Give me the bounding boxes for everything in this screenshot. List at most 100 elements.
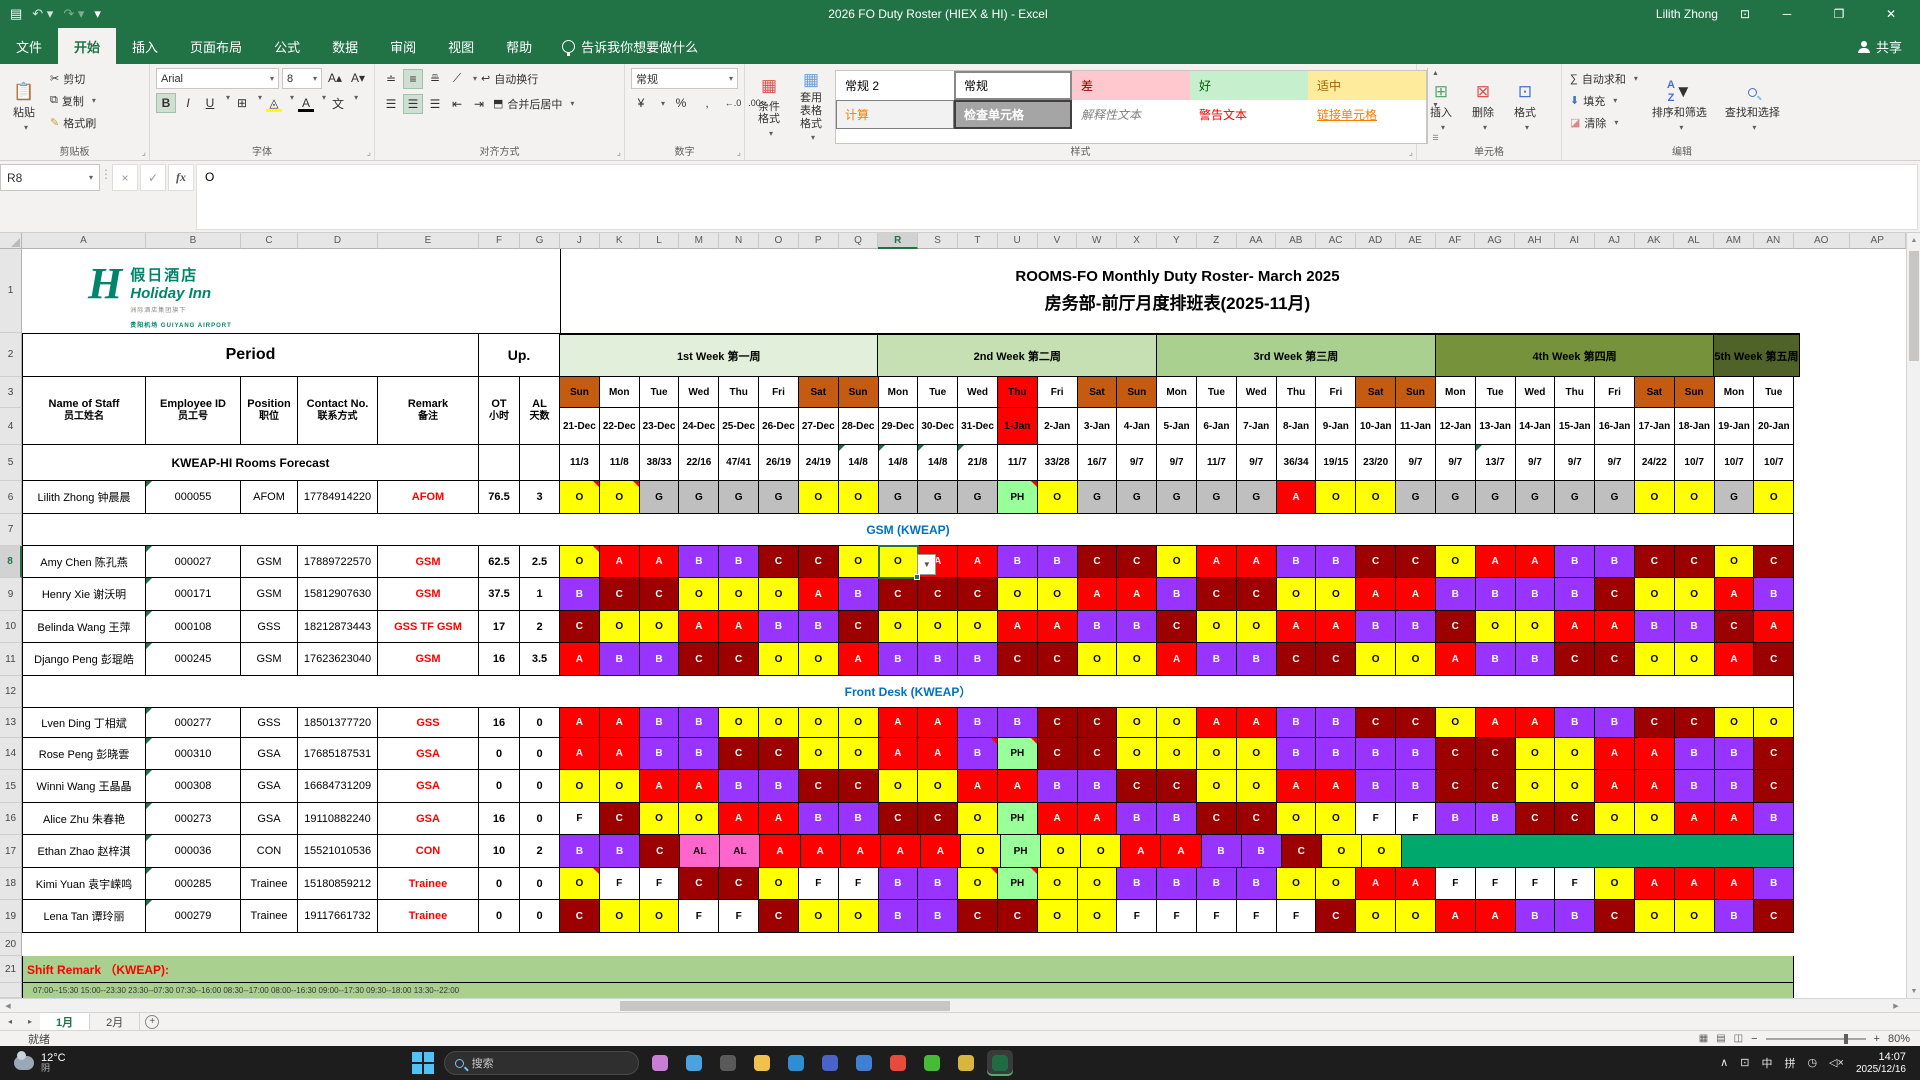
clear-button[interactable]: ◪清除▾ bbox=[1568, 112, 1640, 133]
conditional-formatting-button[interactable]: ▦ 条件格式▾ bbox=[751, 68, 787, 144]
shift-cell[interactable]: O bbox=[958, 803, 998, 835]
orientation-icon[interactable]: ⟋ bbox=[447, 69, 467, 89]
date-cell[interactable]: 18-Jan bbox=[1675, 408, 1715, 445]
shift-cell[interactable]: G bbox=[1078, 481, 1118, 514]
shift-cell[interactable]: G bbox=[1157, 481, 1197, 514]
shift-cell[interactable]: A bbox=[560, 643, 600, 676]
clipboard-dialog-launcher[interactable]: ⌟ bbox=[142, 147, 146, 158]
position-cell[interactable]: GSM bbox=[241, 578, 298, 611]
horizontal-scrollbar[interactable]: ◀ ▶ bbox=[0, 998, 1920, 1012]
shift-cell[interactable]: B bbox=[1237, 868, 1277, 900]
forecast-cell[interactable]: 9/7 bbox=[1157, 445, 1197, 481]
shift-cell[interactable]: G bbox=[958, 481, 998, 514]
shift-cell[interactable]: O bbox=[759, 708, 799, 738]
shift-cell[interactable]: O bbox=[1635, 578, 1675, 611]
shift-cell[interactable] bbox=[1637, 835, 1676, 868]
al-cell[interactable]: 0 bbox=[520, 803, 560, 835]
zoom-slider[interactable] bbox=[1766, 1038, 1866, 1040]
day-name-cell[interactable]: Tue bbox=[918, 377, 958, 408]
shift-cell[interactable]: C bbox=[1754, 738, 1794, 770]
shift-cell[interactable]: B bbox=[600, 835, 640, 868]
forecast-cell[interactable]: 9/7 bbox=[1595, 445, 1635, 481]
al-cell[interactable]: 0 bbox=[520, 770, 560, 803]
staff-name-cell[interactable]: Lven Ding 丁相斌 bbox=[22, 708, 146, 738]
vertical-scrollbar[interactable]: ▲ ▼ bbox=[1906, 233, 1920, 998]
shift-cell[interactable]: O bbox=[1516, 770, 1556, 803]
shift-cell[interactable]: F bbox=[1157, 900, 1197, 933]
position-cell[interactable]: GSA bbox=[241, 770, 298, 803]
wechat-icon[interactable] bbox=[919, 1050, 945, 1076]
employee-id-cell[interactable]: 000108 bbox=[146, 611, 241, 643]
shift-cell[interactable]: A bbox=[1277, 770, 1317, 803]
shift-cell[interactable]: A bbox=[881, 835, 921, 868]
menu-tab-文件[interactable]: 文件 bbox=[0, 28, 58, 64]
column-header-G[interactable]: G bbox=[520, 233, 560, 249]
shift-cell[interactable]: C bbox=[879, 803, 919, 835]
shift-cell[interactable]: B bbox=[1316, 546, 1356, 578]
shift-cell[interactable]: A bbox=[1157, 643, 1197, 676]
employee-id-cell[interactable]: 000285 bbox=[146, 868, 241, 900]
shift-cell[interactable]: B bbox=[1117, 803, 1157, 835]
menu-tab-页面布局[interactable]: 页面布局 bbox=[174, 28, 258, 64]
shift-cell[interactable]: O bbox=[879, 611, 919, 643]
day-name-cell[interactable]: Mon bbox=[879, 377, 919, 408]
shift-cell[interactable]: A bbox=[1715, 643, 1755, 676]
shift-cell[interactable]: C bbox=[1595, 643, 1635, 676]
shift-dropdown-button[interactable]: ▼ bbox=[917, 554, 936, 575]
shift-cell[interactable]: B bbox=[1038, 770, 1078, 803]
shift-cell[interactable]: B bbox=[1715, 770, 1755, 803]
shift-cell[interactable]: O bbox=[1715, 708, 1755, 738]
menu-tab-数据[interactable]: 数据 bbox=[316, 28, 374, 64]
shift-cell[interactable]: B bbox=[1038, 546, 1078, 578]
shift-cell[interactable]: G bbox=[918, 481, 958, 514]
forecast-cell[interactable]: 11/7 bbox=[998, 445, 1038, 481]
paste-button[interactable]: 📋 粘贴▾ bbox=[6, 68, 42, 144]
day-name-cell[interactable]: Sat bbox=[799, 377, 839, 408]
shift-cell[interactable]: O bbox=[1362, 835, 1402, 868]
normal-view-icon[interactable]: ▦ bbox=[1699, 1033, 1708, 1044]
shift-cell[interactable]: B bbox=[958, 708, 998, 738]
shift-cell[interactable]: B bbox=[640, 708, 680, 738]
column-header-A[interactable]: A bbox=[22, 233, 146, 249]
phonetic-guide-icon[interactable]: 文 bbox=[328, 93, 348, 113]
shift-cell[interactable]: F bbox=[1356, 803, 1396, 835]
row-header-20[interactable]: 20 bbox=[0, 933, 22, 956]
shift-cell[interactable]: C bbox=[719, 643, 759, 676]
al-cell[interactable]: 2 bbox=[520, 835, 560, 868]
info-header-contact-no-[interactable]: Contact No.联系方式 bbox=[298, 377, 378, 445]
shift-cell[interactable]: B bbox=[1555, 578, 1595, 611]
percent-style-icon[interactable]: % bbox=[671, 93, 691, 113]
increase-font-icon[interactable]: A▴ bbox=[325, 68, 345, 88]
info-header-name-of-staff[interactable]: Name of Staff员工姓名 bbox=[22, 377, 146, 445]
row-header-8[interactable]: 8 bbox=[0, 546, 22, 578]
column-header-AF[interactable]: AF bbox=[1436, 233, 1476, 249]
ot-cell[interactable]: 16 bbox=[479, 708, 520, 738]
shift-cell[interactable]: C bbox=[1396, 708, 1436, 738]
shift-cell[interactable]: F bbox=[1436, 868, 1476, 900]
shift-cell[interactable]: O bbox=[1117, 708, 1157, 738]
staff-name-cell[interactable]: Lilith Zhong 钟晨晨 bbox=[22, 481, 146, 514]
shift-cell[interactable]: A bbox=[1396, 868, 1436, 900]
shift-cell[interactable]: A bbox=[1516, 708, 1556, 738]
shift-cell[interactable]: B bbox=[1117, 611, 1157, 643]
shift-cell[interactable]: O bbox=[1157, 708, 1197, 738]
shift-cell[interactable]: A bbox=[760, 835, 800, 868]
info-header-employee-id[interactable]: Employee ID员工号 bbox=[146, 377, 241, 445]
shift-cell[interactable]: G bbox=[1436, 481, 1476, 514]
shift-cell[interactable]: C bbox=[1356, 546, 1396, 578]
shift-cell[interactable]: A bbox=[1675, 868, 1715, 900]
contact-cell[interactable]: 19110882240 bbox=[298, 803, 378, 835]
shift-cell[interactable]: A bbox=[1078, 578, 1118, 611]
shift-cell[interactable]: B bbox=[1555, 708, 1595, 738]
shift-cell[interactable]: A bbox=[560, 708, 600, 738]
day-name-cell[interactable]: Sun bbox=[839, 377, 879, 408]
shift-cell[interactable]: A bbox=[799, 578, 839, 611]
font-family-select[interactable]: Arial▾ bbox=[156, 68, 279, 89]
minimize-button[interactable]: ─ bbox=[1772, 7, 1802, 21]
shift-cell[interactable]: G bbox=[640, 481, 680, 514]
cell-style-good[interactable]: 好 bbox=[1190, 71, 1308, 100]
shift-cell[interactable]: A bbox=[1476, 546, 1516, 578]
shift-cell[interactable]: O bbox=[719, 578, 759, 611]
shift-cell[interactable]: A bbox=[1197, 708, 1237, 738]
shift-cell[interactable]: O bbox=[1038, 868, 1078, 900]
